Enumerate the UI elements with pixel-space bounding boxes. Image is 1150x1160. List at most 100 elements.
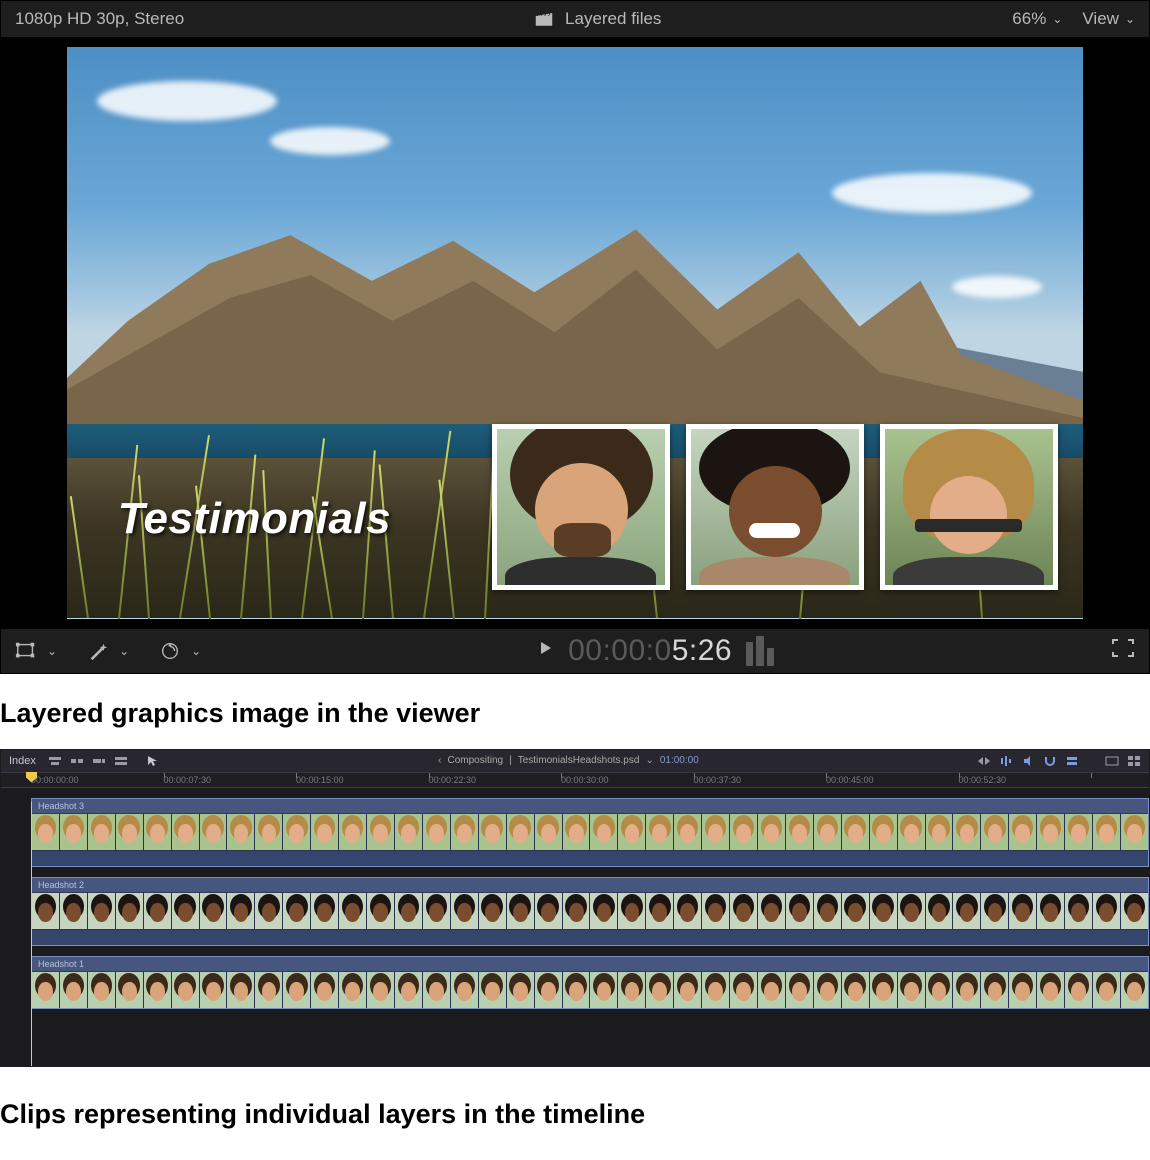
filmstrip-frame xyxy=(730,893,758,929)
timeline-breadcrumb[interactable]: ‹ Compositing | TestimonialsHeadshots.ps… xyxy=(172,755,965,766)
filmstrip-frame xyxy=(311,972,339,1008)
clip-appearance-icon[interactable] xyxy=(1105,755,1119,767)
insert-clip-icon[interactable] xyxy=(70,755,84,767)
filmstrip-frame xyxy=(367,893,395,929)
filmstrip-frame xyxy=(1093,814,1121,850)
filmstrip-frame xyxy=(842,814,870,850)
skimming-icon[interactable] xyxy=(977,755,991,767)
viewer-panel: 1080p HD 30p, Stereo Layered files 66%⌄ … xyxy=(0,0,1150,674)
timeline-clip[interactable]: Headshot 2 xyxy=(31,877,1149,946)
select-tool-dropdown[interactable] xyxy=(146,755,160,767)
solo-icon[interactable] xyxy=(1021,755,1035,767)
filmstrip-frame xyxy=(339,972,367,1008)
fullscreen-button[interactable] xyxy=(1111,638,1135,663)
filmstrip-frame xyxy=(618,893,646,929)
filmstrip-frame xyxy=(255,972,283,1008)
ruler-label: 00:00:00:00 xyxy=(31,775,79,785)
filmstrip-frame xyxy=(116,893,144,929)
filmstrip-frame xyxy=(88,814,116,850)
timecode-value: 5:26 xyxy=(672,634,732,667)
filmstrip-frame xyxy=(702,893,730,929)
timeline-ruler[interactable]: 00:00:00:0000:00:07:3000:00:15:0000:00:2… xyxy=(1,772,1149,788)
filmstrip-frame xyxy=(926,972,954,1008)
filmstrip-frame xyxy=(88,972,116,1008)
filmstrip-frame xyxy=(563,814,591,850)
overwrite-clip-icon[interactable] xyxy=(114,755,128,767)
headshots-row xyxy=(492,424,1058,590)
filmstrip-frame xyxy=(674,814,702,850)
filmstrip-frame xyxy=(842,893,870,929)
chevron-left-icon: ‹ xyxy=(438,755,441,766)
snapping-icon[interactable] xyxy=(1043,755,1057,767)
filmstrip-frame xyxy=(842,972,870,1008)
viewer-canvas[interactable]: Testimonials xyxy=(67,47,1083,619)
retime-tool-dropdown[interactable]: ⌄ xyxy=(159,640,201,662)
filmstrip-frame xyxy=(200,972,228,1008)
filmstrip-frame xyxy=(926,893,954,929)
filmstrip-frame xyxy=(32,972,60,1008)
timeline-view-tools xyxy=(977,755,1141,767)
audio-skimming-icon[interactable] xyxy=(999,755,1013,767)
filmstrip-frame xyxy=(227,814,255,850)
enhance-tool-dropdown[interactable]: ⌄ xyxy=(87,640,129,662)
view-dropdown[interactable]: View⌄ xyxy=(1082,9,1135,29)
filmstrip-frame xyxy=(898,972,926,1008)
append-clip-icon[interactable] xyxy=(92,755,106,767)
viewer-top-bar: 1080p HD 30p, Stereo Layered files 66%⌄ … xyxy=(1,1,1149,37)
filmstrip-frame xyxy=(395,814,423,850)
filmstrip-frame xyxy=(786,893,814,929)
filmstrip-frame xyxy=(618,972,646,1008)
filmstrip-frame xyxy=(507,972,535,1008)
filmstrip-frame xyxy=(953,814,981,850)
chevron-down-icon: ⌄ xyxy=(191,644,201,658)
track-label: Headshot 1 xyxy=(32,957,1148,972)
ruler-label: 00:00:45:00 xyxy=(826,775,874,785)
filmstrip-frame xyxy=(981,893,1009,929)
filmstrip-frame xyxy=(60,814,88,850)
clip-filmstrip xyxy=(32,814,1148,850)
ruler-label: 00:00:22:30 xyxy=(429,775,477,785)
audio-meter[interactable] xyxy=(746,636,774,666)
zoom-dropdown[interactable]: 66%⌄ xyxy=(1012,9,1062,29)
filmstrip-frame xyxy=(479,893,507,929)
filmstrip-frame xyxy=(1037,972,1065,1008)
filmstrip-frame xyxy=(227,893,255,929)
filmstrip-frame xyxy=(870,814,898,850)
playhead-line[interactable] xyxy=(31,802,32,1066)
filmstrip-frame xyxy=(1037,814,1065,850)
filmstrip-frame xyxy=(1093,893,1121,929)
effects-browser-icon[interactable] xyxy=(1127,755,1141,767)
timeline-index-button[interactable]: Index xyxy=(9,755,36,767)
filmstrip-frame xyxy=(786,972,814,1008)
filmstrip-frame xyxy=(674,972,702,1008)
filmstrip-frame xyxy=(535,814,563,850)
filmstrip-frame xyxy=(702,972,730,1008)
filmstrip-frame xyxy=(1009,972,1037,1008)
transform-tool-dropdown[interactable]: ⌄ xyxy=(15,640,57,662)
timeline-clip[interactable]: Headshot 3 xyxy=(31,798,1149,867)
filmstrip-frame xyxy=(981,972,1009,1008)
timeline-clip[interactable]: Headshot 1 xyxy=(31,956,1149,1009)
filmstrip-frame xyxy=(1009,893,1037,929)
lane-icon[interactable] xyxy=(1065,755,1079,767)
filmstrip-frame xyxy=(981,814,1009,850)
timeline-toolbar: Index ‹ Compositing | TestimonialsHeadsh… xyxy=(1,750,1149,772)
track-label: Headshot 3 xyxy=(32,799,1148,814)
track-label: Headshot 2 xyxy=(32,878,1148,893)
format-label: 1080p HD 30p, Stereo xyxy=(15,9,184,29)
viewer-canvas-wrap: Testimonials xyxy=(1,37,1149,629)
filmstrip-frame xyxy=(590,972,618,1008)
filmstrip-frame xyxy=(60,972,88,1008)
connect-clip-icon[interactable] xyxy=(48,755,62,767)
filmstrip-frame xyxy=(451,893,479,929)
timecode-display[interactable]: 00:00:05:26 xyxy=(568,634,732,668)
filmstrip-frame xyxy=(144,972,172,1008)
filmstrip-frame xyxy=(618,814,646,850)
filmstrip-frame xyxy=(255,893,283,929)
play-button[interactable] xyxy=(538,640,554,661)
filmstrip-frame xyxy=(870,972,898,1008)
filmstrip-frame xyxy=(283,972,311,1008)
timeline-body[interactable]: Headshot 3 Headshot 2 Headshot 1 xyxy=(1,788,1149,1066)
filmstrip-frame xyxy=(144,893,172,929)
filmstrip-frame xyxy=(1065,972,1093,1008)
